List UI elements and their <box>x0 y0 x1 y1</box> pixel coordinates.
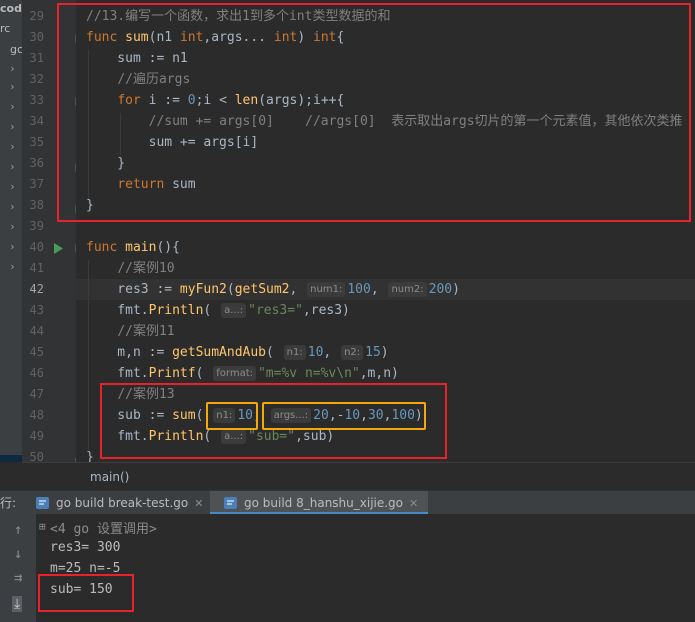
chevron-right-icon[interactable]: › <box>9 62 16 75</box>
line-number: 43 <box>29 303 44 317</box>
close-icon[interactable]: ✕ <box>409 497 418 510</box>
line-number: 41 <box>29 261 44 275</box>
comment: //案例10 <box>117 261 175 276</box>
line-number: 37 <box>29 177 44 191</box>
param-hint: a...: <box>221 303 247 318</box>
code-line-45: m,n := getSumAndAub( n1: 10, n2: 15) <box>86 345 389 360</box>
chevron-right-icon[interactable]: › <box>9 220 16 233</box>
breadcrumb[interactable]: main() <box>22 462 695 491</box>
soft-wrap-icon[interactable]: ⇉ <box>14 570 22 586</box>
annotation-box-output <box>38 574 134 612</box>
param-hint: format: <box>213 366 256 381</box>
run-tab-hanshu-xijie[interactable]: go build 8_hanshu_xijie.go ✕ <box>210 491 429 515</box>
chevron-right-icon[interactable]: › <box>9 120 16 133</box>
go-file-icon <box>36 497 49 509</box>
console-line: res3= 300 <box>50 540 121 555</box>
code-line-42: res3 := myFun2(getSum2, num1: 100, num2: 2… <box>86 282 460 297</box>
param-hint: n1: <box>283 345 306 360</box>
comment: //案例11 <box>117 324 175 339</box>
code-line-44: //案例11 <box>86 321 175 342</box>
line-number: 49 <box>29 429 44 443</box>
breadcrumb-item[interactable]: main() <box>90 470 129 484</box>
param-hint: num2: <box>388 282 427 297</box>
line-number: 34 <box>29 114 44 128</box>
scroll-down-icon[interactable]: ↓ <box>14 546 22 562</box>
code-line-41: //案例10 <box>86 258 175 279</box>
scroll-to-end-icon[interactable]: ⤓ <box>12 596 23 612</box>
line-number: 48 <box>29 408 44 422</box>
param-hint: num1: <box>307 282 346 297</box>
line-number: 40 <box>29 240 44 254</box>
chevron-right-icon[interactable]: › <box>9 160 16 173</box>
tab-label: go build 8_hanshu_xijie.go <box>244 496 404 510</box>
line-number: 39 <box>29 219 44 233</box>
chevron-right-icon[interactable]: › <box>9 80 16 93</box>
close-icon[interactable]: ✕ <box>194 497 203 510</box>
line-number: 46 <box>29 366 44 380</box>
annotation-box-n1-arg <box>206 402 258 430</box>
go-file-icon <box>224 497 237 509</box>
param-hint: n2: <box>341 345 364 360</box>
chevron-right-icon[interactable]: › <box>9 260 16 273</box>
run-label: 行: <box>0 496 17 510</box>
tab-label: go build break-test.go <box>56 496 189 510</box>
line-number: 33 <box>29 93 44 107</box>
line-number: 38 <box>29 198 44 212</box>
chevron-right-icon[interactable]: › <box>9 240 16 253</box>
project-name-fragment[interactable]: code <box>0 2 22 15</box>
run-gutter-icon[interactable] <box>53 243 63 254</box>
expand-icon[interactable]: ⊞ <box>39 520 46 533</box>
folder-fragment[interactable]: rc <box>0 22 10 35</box>
line-number: 47 <box>29 387 44 401</box>
line-number: 30 <box>29 30 44 44</box>
line-number: 32 <box>29 72 44 86</box>
line-number-current: 42 <box>29 282 44 296</box>
chevron-right-icon[interactable]: › <box>9 180 16 193</box>
line-number: 36 <box>29 156 44 170</box>
code-line-43: fmt.Println( a...: "res3=",res3) <box>86 303 350 318</box>
chevron-right-icon[interactable]: › <box>9 140 16 153</box>
console-toolbar: ↑ ↓ ⇉ ⤓ <box>0 514 36 622</box>
line-number: 35 <box>29 135 44 149</box>
chevron-right-icon[interactable]: › <box>9 100 16 113</box>
run-tab-break-test[interactable]: go build break-test.go ✕ <box>22 491 203 515</box>
selection-marker <box>0 455 22 462</box>
code-line-46: fmt.Printf( format: "m=%v n=%v\n",m,n) <box>86 366 399 381</box>
run-tool-window-tabs: 行: go build break-test.go ✕ go build 8_ha… <box>0 490 695 515</box>
project-panel: code rc gc › › › › › › › › › › › <box>0 0 22 462</box>
line-number: 31 <box>29 51 44 65</box>
annotation-box-sum-function <box>57 3 691 222</box>
code-line-40: func main(){ <box>86 240 180 255</box>
folder-fragment-2[interactable]: gc <box>10 43 22 56</box>
line-number: 44 <box>29 324 44 338</box>
console-line: <4 go 设置调用> <box>50 522 157 537</box>
line-number: 45 <box>29 345 44 359</box>
chevron-right-icon[interactable]: › <box>9 200 16 213</box>
annotation-box-variadic-args <box>262 402 426 430</box>
scroll-up-icon[interactable]: ↑ <box>14 522 22 538</box>
line-number: 29 <box>29 9 44 23</box>
